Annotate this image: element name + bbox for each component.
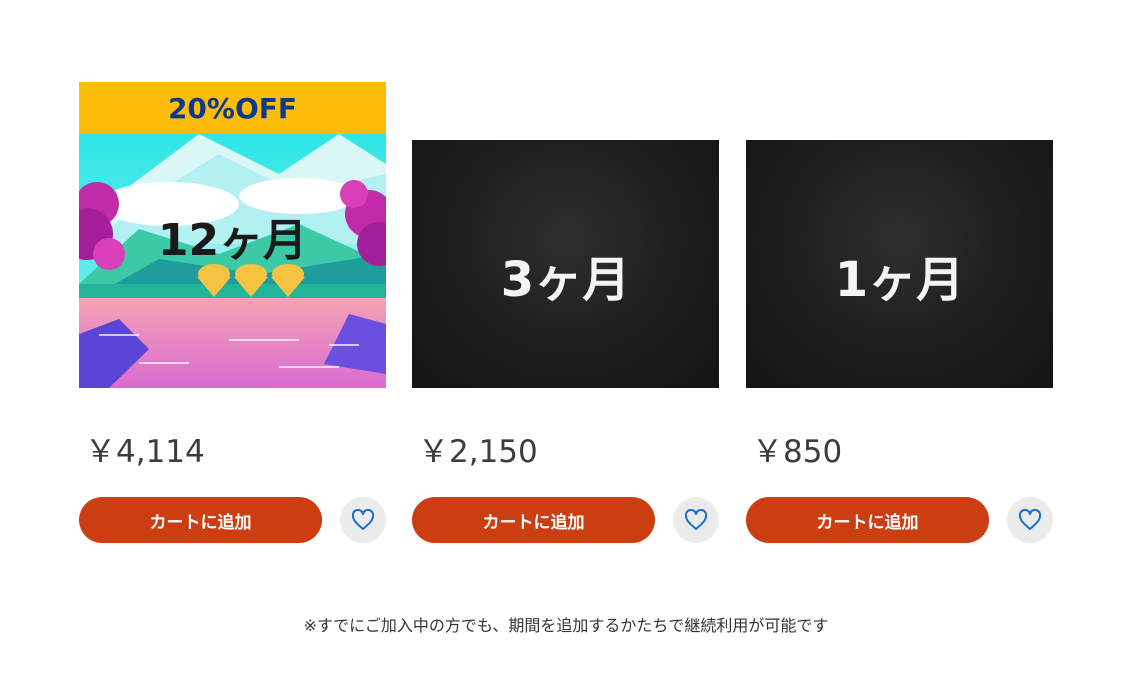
heart-outline-icon <box>1018 509 1042 530</box>
wishlist-button[interactable] <box>1007 497 1053 543</box>
product-image-12-months[interactable]: 12ヶ月 <box>79 134 386 388</box>
subscription-note: ※すでにご加入中の方でも、期間を追加するかたちで継続利用が可能です <box>303 616 829 635</box>
product-image-1-month[interactable]: 1ヶ月 <box>746 140 1053 388</box>
product-image-3-months[interactable]: 3ヶ月 <box>412 140 719 388</box>
wishlist-button[interactable] <box>340 497 386 543</box>
heart-outline-icon <box>351 509 375 530</box>
add-to-cart-button[interactable]: カートに追加 <box>746 497 989 543</box>
plan-duration-label: 12ヶ月 <box>157 215 308 266</box>
plan-duration-label: 3ヶ月 <box>500 252 631 308</box>
plan-duration-label: 1ヶ月 <box>834 252 965 308</box>
wishlist-button[interactable] <box>673 497 719 543</box>
price: ￥4,114 <box>85 434 205 470</box>
add-to-cart-button[interactable]: カートに追加 <box>412 497 655 543</box>
price: ￥850 <box>752 434 843 470</box>
discount-badge: 20%OFF <box>79 82 386 134</box>
heart-outline-icon <box>684 509 708 530</box>
price: ￥2,150 <box>418 434 538 470</box>
add-to-cart-button[interactable]: カートに追加 <box>79 497 322 543</box>
